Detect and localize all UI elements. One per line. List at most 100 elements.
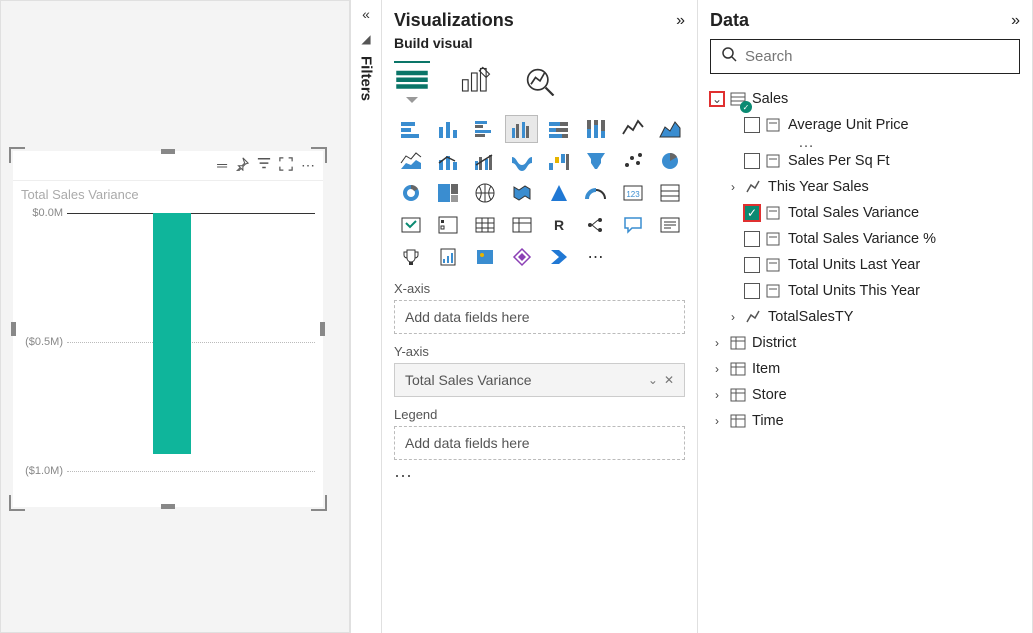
chart-title: Total Sales Variance bbox=[13, 181, 323, 202]
viz-table[interactable] bbox=[468, 211, 501, 239]
x-axis-dropzone[interactable]: Add data fields here bbox=[394, 300, 685, 334]
expand-caret-icon[interactable]: › bbox=[710, 414, 724, 428]
viz-paginated-report[interactable] bbox=[431, 243, 464, 271]
expand-caret-icon[interactable]: › bbox=[710, 336, 724, 350]
search-icon bbox=[721, 46, 737, 67]
more-wells-icon[interactable]: ⋯ bbox=[394, 466, 685, 487]
viz-treemap[interactable] bbox=[431, 179, 464, 207]
svg-text:R: R bbox=[553, 217, 563, 233]
viz-decomposition-tree[interactable] bbox=[579, 211, 612, 239]
viz-funnel[interactable] bbox=[579, 147, 612, 175]
field-sales-per-sq-ft[interactable]: Sales Per Sq Ft bbox=[744, 148, 1020, 174]
field-average-unit-price[interactable]: Average Unit Price bbox=[744, 112, 1020, 138]
viz-pie[interactable] bbox=[653, 147, 686, 175]
viz-line-clustered-column[interactable] bbox=[468, 147, 501, 175]
viz-stacked-area[interactable] bbox=[394, 147, 427, 175]
table-sales[interactable]: ⌄ ✓ Sales bbox=[710, 86, 1020, 112]
viz-scatter[interactable] bbox=[616, 147, 649, 175]
y-axis-field-chip[interactable]: Total Sales Variance ⌄✕ bbox=[394, 363, 685, 397]
table-label: Sales bbox=[752, 91, 788, 107]
viz-azure-map[interactable] bbox=[542, 179, 575, 207]
viz-100-stacked-bar[interactable] bbox=[542, 115, 575, 143]
collapse-data-icon[interactable]: » bbox=[1011, 12, 1020, 30]
viz-line[interactable] bbox=[616, 115, 649, 143]
visual-header: ═ ⋯ bbox=[13, 151, 323, 181]
focus-icon[interactable] bbox=[279, 157, 293, 174]
expand-caret-icon[interactable]: › bbox=[726, 180, 740, 194]
viz-ribbon[interactable] bbox=[505, 147, 538, 175]
field-this-year-sales[interactable]: › This Year Sales bbox=[726, 174, 1020, 200]
viz-map[interactable] bbox=[468, 179, 501, 207]
viz-card[interactable]: 123 bbox=[616, 179, 649, 207]
viz-gauge[interactable] bbox=[579, 179, 612, 207]
viz-more[interactable]: ⋯ bbox=[579, 243, 612, 271]
viz-qa[interactable] bbox=[616, 211, 649, 239]
viz-slicer[interactable] bbox=[431, 211, 464, 239]
remove-field-icon[interactable]: ✕ bbox=[664, 373, 674, 387]
viz-kpi[interactable] bbox=[394, 211, 427, 239]
more-icon[interactable]: ⋯ bbox=[301, 157, 315, 174]
checkbox[interactable] bbox=[744, 257, 760, 273]
checkbox[interactable] bbox=[744, 283, 760, 299]
field-totalsalesty[interactable]: › TotalSalesTY bbox=[726, 304, 1020, 330]
checkbox[interactable] bbox=[744, 117, 760, 133]
more-fields-icon[interactable]: … bbox=[744, 138, 1020, 148]
expand-filters-icon[interactable]: « bbox=[362, 6, 370, 22]
expand-caret-icon[interactable]: › bbox=[726, 310, 740, 324]
table-icon bbox=[730, 387, 746, 403]
viz-r-visual[interactable]: R bbox=[542, 211, 575, 239]
viz-smart-narrative[interactable] bbox=[653, 211, 686, 239]
filter-icon[interactable] bbox=[257, 157, 271, 174]
table-store[interactable]: › Store bbox=[710, 382, 1020, 408]
legend-dropzone[interactable]: Add data fields here bbox=[394, 426, 685, 460]
y-axis-well: Y-axis Total Sales Variance ⌄✕ bbox=[394, 344, 685, 397]
viz-stacked-column[interactable] bbox=[431, 115, 464, 143]
table-item[interactable]: › Item bbox=[710, 356, 1020, 382]
viz-key-influencers[interactable] bbox=[394, 243, 427, 271]
viz-power-apps[interactable] bbox=[505, 243, 538, 271]
viz-donut[interactable] bbox=[394, 179, 427, 207]
viz-area[interactable] bbox=[653, 115, 686, 143]
viz-clustered-column[interactable] bbox=[505, 115, 538, 143]
pin-icon[interactable] bbox=[235, 157, 249, 174]
viz-arcgis[interactable] bbox=[468, 243, 501, 271]
table-district[interactable]: › District bbox=[710, 330, 1020, 356]
data-search[interactable] bbox=[710, 39, 1020, 74]
viz-100-stacked-column[interactable] bbox=[579, 115, 612, 143]
table-icon bbox=[730, 335, 746, 351]
format-visual-tab[interactable] bbox=[458, 61, 494, 99]
drag-handle-icon[interactable]: ═ bbox=[217, 157, 227, 174]
viz-power-automate[interactable] bbox=[542, 243, 575, 271]
viz-filled-map[interactable] bbox=[505, 179, 538, 207]
viz-multi-row-card[interactable] bbox=[653, 179, 686, 207]
search-input[interactable] bbox=[745, 48, 1009, 65]
expand-caret-icon[interactable]: ⌄ bbox=[710, 92, 724, 106]
expand-caret-icon[interactable]: › bbox=[710, 362, 724, 376]
analytics-tab[interactable] bbox=[522, 61, 558, 99]
table-icon bbox=[730, 413, 746, 429]
field-total-sales-variance[interactable]: ✓ Total Sales Variance bbox=[744, 200, 1020, 226]
build-visual-tab[interactable] bbox=[394, 61, 430, 99]
filters-pane-collapsed[interactable]: « ◢ Filters bbox=[350, 0, 382, 633]
table-time[interactable]: › Time bbox=[710, 408, 1020, 434]
viz-line-stacked-column[interactable] bbox=[431, 147, 464, 175]
y-tick: $0.0M bbox=[32, 207, 63, 219]
viz-clustered-bar[interactable] bbox=[468, 115, 501, 143]
field-tree: ⌄ ✓ Sales Average Unit Price … Sales Per… bbox=[710, 86, 1020, 434]
viz-waterfall[interactable] bbox=[542, 147, 575, 175]
viz-matrix[interactable] bbox=[505, 211, 538, 239]
field-total-sales-variance-pct[interactable]: Total Sales Variance % bbox=[744, 226, 1020, 252]
collapse-viz-icon[interactable]: » bbox=[676, 12, 685, 30]
field-total-units-last-year[interactable]: Total Units Last Year bbox=[744, 252, 1020, 278]
expand-caret-icon[interactable]: › bbox=[710, 388, 724, 402]
field-total-units-this-year[interactable]: Total Units This Year bbox=[744, 278, 1020, 304]
chart-visual[interactable]: ═ ⋯ Total Sales Variance $0.0M ($0.5M) (… bbox=[13, 151, 323, 507]
viz-stacked-bar[interactable] bbox=[394, 115, 427, 143]
calc-icon bbox=[766, 258, 782, 272]
checkbox[interactable] bbox=[744, 153, 760, 169]
checkbox[interactable] bbox=[744, 231, 760, 247]
chevron-down-icon[interactable]: ⌄ bbox=[648, 373, 658, 387]
report-canvas[interactable]: ═ ⋯ Total Sales Variance $0.0M ($0.5M) (… bbox=[0, 0, 350, 633]
checkbox[interactable]: ✓ bbox=[744, 205, 760, 221]
calc-icon bbox=[766, 118, 782, 132]
